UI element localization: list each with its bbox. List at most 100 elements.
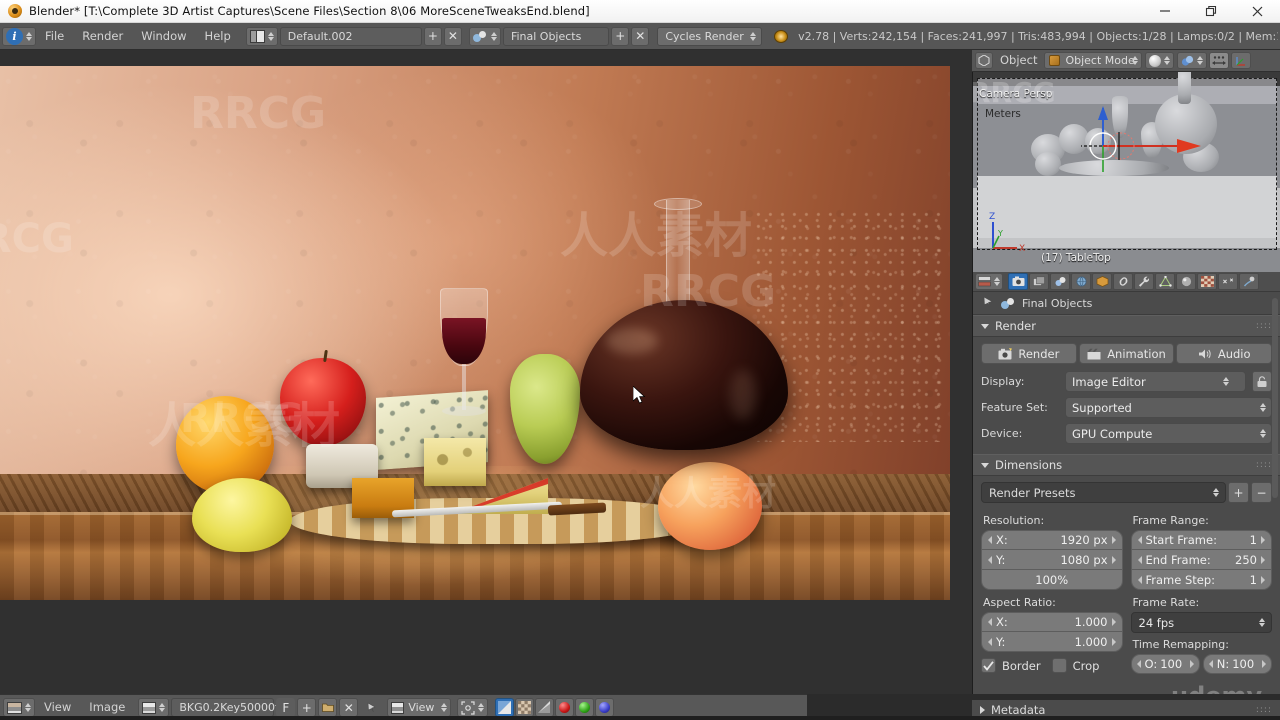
- dimensions-panel-header[interactable]: Dimensions ::::: [973, 454, 1280, 476]
- interaction-mode-selector[interactable]: Object Mode: [1044, 52, 1143, 69]
- decrement-arrow-icon[interactable]: [1137, 555, 1142, 564]
- increment-arrow-icon[interactable]: [1111, 536, 1116, 544]
- decrement-arrow-icon[interactable]: [1136, 660, 1141, 668]
- zoom-to-fit-button[interactable]: [457, 698, 489, 717]
- properties-tab-scene[interactable]: [1050, 273, 1070, 290]
- manipulator-toggle-button[interactable]: [1231, 52, 1252, 69]
- properties-tab-constraints[interactable]: [1113, 273, 1133, 290]
- device-dropdown[interactable]: GPU Compute: [1065, 423, 1272, 444]
- display-zdepth-button[interactable]: [535, 698, 555, 717]
- delete-screen-layout-button[interactable]: ✕: [443, 26, 462, 46]
- aspect-x-field[interactable]: X: 1.000: [981, 612, 1123, 632]
- display-lock-button[interactable]: [1252, 371, 1272, 392]
- scene-name[interactable]: Final Objects: [502, 26, 610, 46]
- viewport-editor-type-selector[interactable]: [975, 52, 993, 69]
- minimize-button[interactable]: [1142, 0, 1188, 23]
- render-slot-selector[interactable]: View: [387, 698, 452, 717]
- menu-file[interactable]: File: [36, 27, 73, 46]
- image-editor-type-selector[interactable]: [3, 698, 35, 717]
- image-menu-image[interactable]: Image: [80, 698, 134, 717]
- decrement-arrow-icon[interactable]: [988, 637, 992, 646]
- crop-checkbox[interactable]: [1051, 658, 1067, 673]
- image-editor-area[interactable]: RRCG RRCG 人人素材 人人素材 RRCG RRCG 人人素材 人人素材 …: [0, 50, 972, 694]
- menu-render[interactable]: Render: [73, 27, 132, 46]
- decrement-arrow-icon[interactable]: [1137, 536, 1142, 544]
- screen-layout-selector[interactable]: [245, 26, 278, 46]
- viewport-shading-selector[interactable]: [1145, 52, 1175, 69]
- properties-tab-physics[interactable]: [1239, 273, 1259, 290]
- properties-scrollbar[interactable]: [1272, 298, 1278, 498]
- resolution-x-field[interactable]: X: 1920 px: [981, 530, 1123, 550]
- properties-tab-object[interactable]: [1092, 273, 1112, 290]
- properties-tab-material[interactable]: [1176, 273, 1196, 290]
- image-name-field[interactable]: BKG0.2Key50000fi...: [171, 698, 292, 717]
- properties-tab-render-layers[interactable]: [1029, 273, 1049, 290]
- render-panel-header[interactable]: Render ::::: [973, 315, 1280, 337]
- increment-arrow-icon[interactable]: [1261, 555, 1265, 564]
- decrement-arrow-icon[interactable]: [1208, 660, 1213, 668]
- image-menu-view[interactable]: View: [35, 698, 80, 717]
- properties-tab-world[interactable]: [1071, 273, 1091, 290]
- channel-green-button[interactable]: [575, 698, 595, 717]
- open-image-button[interactable]: [318, 698, 338, 717]
- render-engine-selector[interactable]: Cycles Render: [657, 26, 762, 46]
- increment-arrow-icon[interactable]: [1111, 555, 1116, 564]
- aspect-y-field[interactable]: Y: 1.000: [981, 632, 1123, 652]
- resolution-y-field[interactable]: Y: 1080 px: [981, 550, 1123, 570]
- add-screen-layout-button[interactable]: +: [423, 26, 442, 46]
- border-checkbox[interactable]: [981, 658, 996, 673]
- start-frame-field[interactable]: Start Frame: 1: [1130, 530, 1272, 550]
- properties-tab-particles[interactable]: [1218, 273, 1238, 290]
- viewport-3d-area[interactable]: Z X Y Camera Persp Meters (17) TableTop …: [972, 50, 1280, 272]
- properties-editor[interactable]: Final Objects Render :::: Render Animati…: [972, 272, 1280, 694]
- frame-step-field[interactable]: Frame Step: 1: [1130, 570, 1272, 590]
- render-image-button[interactable]: Render: [981, 343, 1077, 364]
- time-remap-new-field[interactable]: N: 100: [1202, 654, 1272, 674]
- screen-layout-name[interactable]: Default.002: [279, 26, 422, 46]
- editor-type-selector[interactable]: i: [2, 26, 36, 46]
- viewport-transform-manipulator[interactable]: [1081, 106, 1221, 174]
- decrement-arrow-icon[interactable]: [988, 555, 992, 564]
- frame-rate-dropdown[interactable]: 24 fps: [1130, 612, 1272, 633]
- remove-preset-button[interactable]: −: [1251, 482, 1272, 503]
- pin-icon[interactable]: [981, 295, 995, 312]
- close-button[interactable]: [1234, 0, 1280, 23]
- channel-red-button[interactable]: [555, 698, 575, 717]
- display-channels-color-alpha-button[interactable]: [495, 698, 515, 717]
- decrement-arrow-icon[interactable]: [988, 536, 992, 544]
- delete-scene-button[interactable]: ✕: [631, 26, 650, 46]
- properties-editor-type-selector[interactable]: [975, 273, 1003, 290]
- end-frame-field[interactable]: End Frame: 250: [1130, 550, 1272, 570]
- image-datablock-selector[interactable]: [138, 698, 170, 717]
- viewport-3d-canvas[interactable]: Z X Y Camera Persp Meters (17) TableTop …: [973, 66, 1280, 272]
- display-alpha-button[interactable]: [515, 698, 535, 717]
- properties-tab-data[interactable]: [1155, 273, 1175, 290]
- increment-arrow-icon[interactable]: [1111, 637, 1116, 646]
- increment-arrow-icon[interactable]: [1111, 618, 1116, 626]
- increment-arrow-icon[interactable]: [1262, 660, 1266, 668]
- time-remap-old-field[interactable]: O: 100: [1130, 654, 1200, 674]
- increment-arrow-icon[interactable]: [1261, 575, 1265, 584]
- increment-arrow-icon[interactable]: [1189, 660, 1194, 668]
- increment-arrow-icon[interactable]: [1261, 536, 1265, 544]
- scene-selector[interactable]: [468, 26, 501, 46]
- render-animation-button[interactable]: Animation: [1078, 343, 1175, 364]
- add-scene-button[interactable]: +: [611, 26, 630, 46]
- unlink-image-button[interactable]: ✕: [339, 698, 359, 717]
- pin-icon[interactable]: [362, 698, 381, 717]
- fake-user-button[interactable]: F: [276, 698, 296, 717]
- properties-tab-render[interactable]: [1008, 273, 1028, 290]
- menu-help[interactable]: Help: [196, 27, 240, 46]
- rendered-image[interactable]: RRCG RRCG 人人素材 人人素材 RRCG RRCG 人人素材 人人素材: [0, 66, 950, 600]
- snap-magnet-button[interactable]: [1209, 52, 1230, 69]
- menu-window[interactable]: Window: [132, 27, 195, 46]
- resolution-percentage-field[interactable]: 100%: [981, 570, 1123, 590]
- pivot-point-selector[interactable]: [1177, 52, 1208, 69]
- properties-tab-texture[interactable]: [1197, 273, 1217, 290]
- new-image-button[interactable]: +: [297, 698, 317, 717]
- display-dropdown[interactable]: Image Editor: [1065, 371, 1246, 392]
- render-audio-button[interactable]: Audio: [1176, 343, 1273, 364]
- properties-tab-modifiers[interactable]: [1134, 273, 1154, 290]
- channel-blue-button[interactable]: [595, 698, 615, 717]
- render-presets-dropdown[interactable]: Render Presets: [981, 482, 1226, 503]
